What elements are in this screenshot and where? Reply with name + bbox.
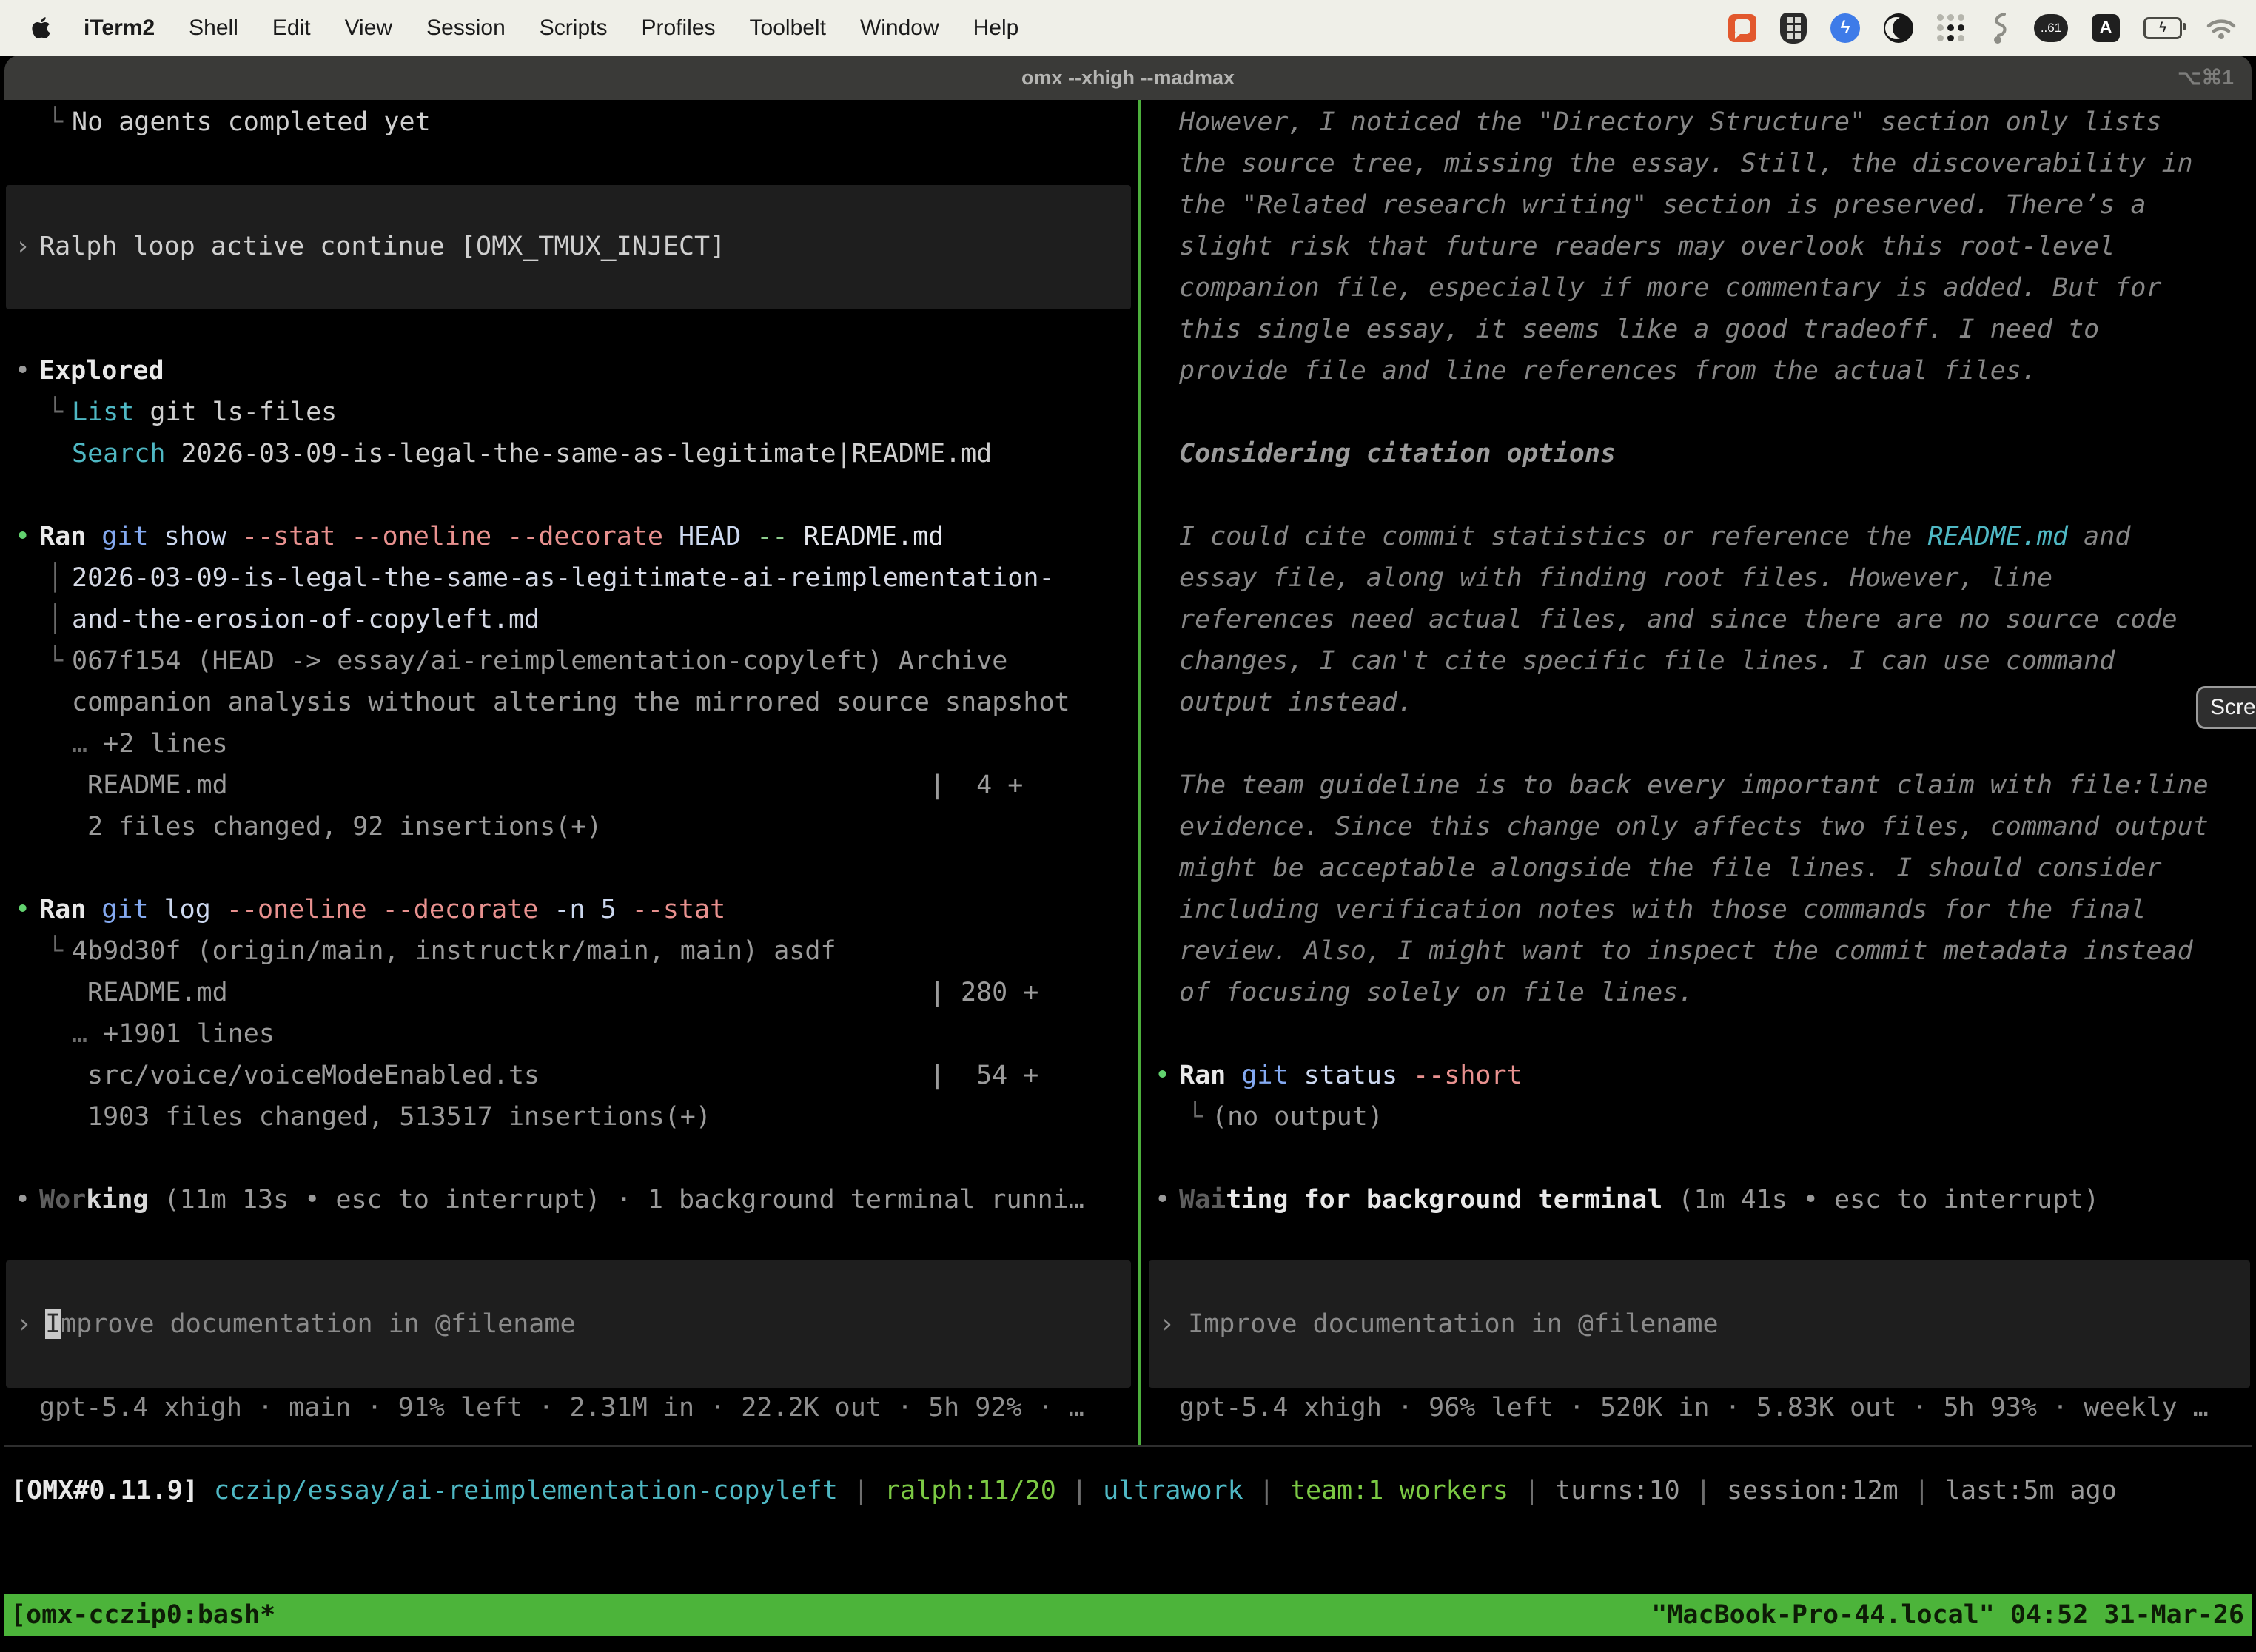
left-prompt-placeholder: mprove documentation in @filename xyxy=(61,1309,575,1339)
terminal-line: I could cite commit statistics or refere… xyxy=(1140,516,2256,557)
menu-profiles[interactable]: Profiles xyxy=(641,16,715,41)
menu-session[interactable]: Session xyxy=(426,16,506,41)
menu-window[interactable]: Window xyxy=(860,16,939,41)
terminal-line: essay file, along with finding root file… xyxy=(1140,557,2256,599)
terminal-line: slight risk that future readers may over… xyxy=(1140,226,2256,267)
prompt-chevron-icon: › xyxy=(15,226,30,267)
terminal-line: However, I noticed the "Directory Struct… xyxy=(1140,101,2256,143)
terminal-line: references need actual files, and since … xyxy=(1140,599,2256,640)
battery-charging-icon[interactable]: ϟ xyxy=(2143,17,2182,39)
terminal-line: changes, I can't cite specific file line… xyxy=(1140,640,2256,682)
right-pane-status: gpt-5.4 xhigh · 96% left · 520K in · 5.8… xyxy=(1179,1387,2209,1428)
terminal-line: the "Related research writing" section i… xyxy=(1140,184,2256,226)
menu-toolbelt[interactable]: Toolbelt xyxy=(750,16,826,41)
menu-edit[interactable]: Edit xyxy=(272,16,311,41)
menubar-status-icons: ϟ ..61 A ϟ xyxy=(1728,0,2237,56)
terminal-line: … +1901 lines xyxy=(0,1013,1125,1055)
tree-guide-icon: └ xyxy=(47,392,63,433)
dots-grid-icon[interactable] xyxy=(1937,14,1964,41)
terminal-line: including verification notes with those … xyxy=(1140,889,2256,930)
terminal-line: might be acceptable alongside the file l… xyxy=(1140,847,2256,889)
terminal-line: companion file, especially if more comme… xyxy=(1140,267,2256,309)
bullet-icon: • xyxy=(15,350,30,392)
prompt-chevron-icon: › xyxy=(16,1309,32,1339)
terminal-line: the source tree, missing the essay. Stil… xyxy=(1140,143,2256,184)
menu-iterm2[interactable]: iTerm2 xyxy=(84,16,155,41)
terminal-line: review. Also, I might want to inspect th… xyxy=(1140,930,2256,972)
terminal-line: │2026-03-09-is-legal-the-same-as-legitim… xyxy=(0,557,1125,599)
terminal-line: └No agents completed yet xyxy=(0,101,1125,143)
menu-help[interactable]: Help xyxy=(973,16,1019,41)
menu-scripts[interactable]: Scripts xyxy=(540,16,608,41)
pane-bottom-rule xyxy=(4,1446,2252,1447)
terminal-line: └4b9d30f (origin/main, instructkr/main, … xyxy=(0,930,1125,972)
left-prompt-input[interactable]: › I mprove documentation in @filename xyxy=(6,1260,1131,1388)
terminal-line: README.md | 4 + xyxy=(0,765,1125,806)
terminal-line: output instead. xyxy=(1140,682,2256,723)
menu-view[interactable]: View xyxy=(345,16,392,41)
squiggle-icon[interactable] xyxy=(1988,11,2010,45)
terminal-line: •Ran git log --oneline --decorate -n 5 -… xyxy=(0,889,1125,930)
badge-61-icon[interactable]: ..61 xyxy=(2034,14,2068,42)
terminal-line: •Ran git status --short xyxy=(1140,1055,2256,1096)
bullet-icon: • xyxy=(1155,1055,1170,1096)
terminal-line: ›Ralph loop active continue [OMX_TMUX_IN… xyxy=(0,226,1125,267)
tree-guide-icon: │ xyxy=(47,599,63,640)
arc-crescent-icon[interactable] xyxy=(1884,13,1913,43)
menu-items: iTerm2 Shell Edit View Session Scripts Profile… xyxy=(84,16,1018,41)
left-pane-status: gpt-5.4 xhigh · main · 91% left · 2.31M … xyxy=(39,1387,1084,1428)
letter-a-icon[interactable]: A xyxy=(2092,14,2120,42)
tmux-session-label: [omx-cczip0:bash* xyxy=(10,1594,275,1636)
shield-grid-icon[interactable] xyxy=(1780,13,1807,44)
apple-icon[interactable] xyxy=(31,16,51,40)
terminal-line: │and-the-erosion-of-copyleft.md xyxy=(0,599,1125,640)
tree-guide-icon: └ xyxy=(1187,1096,1203,1138)
prompt-chevron-icon: › xyxy=(1159,1309,1175,1339)
text-cursor: I xyxy=(45,1309,61,1339)
tree-guide-icon: └ xyxy=(47,640,63,682)
right-prompt-placeholder: Improve documentation in @filename xyxy=(1188,1309,1718,1339)
terminal-line: Search 2026-03-09-is-legal-the-same-as-l… xyxy=(0,433,1125,474)
terminal-line: •Working (11m 13s • esc to interrupt) · … xyxy=(0,1179,1125,1220)
terminal-line: •Explored xyxy=(0,350,1125,392)
bullet-icon: • xyxy=(15,1179,30,1220)
tmux-host-clock: "MacBook-Pro-44.local" 04:52 31-Mar-26 xyxy=(1651,1594,2244,1636)
terminal-line: provide file and line references from th… xyxy=(1140,350,2256,392)
terminal-line: The team guideline is to back every impo… xyxy=(1140,765,2256,806)
terminal-line: └(no output) xyxy=(1140,1096,2256,1138)
terminal-line: companion analysis without altering the … xyxy=(0,682,1125,723)
terminal-line: •Ran git show --stat --oneline --decorat… xyxy=(0,516,1125,557)
terminal-line: Considering citation options xyxy=(1140,433,2256,474)
wifi-icon[interactable] xyxy=(2206,16,2237,40)
window-title: omx --xhigh --madmax xyxy=(0,56,2256,100)
terminal-line: └List git ls-files xyxy=(0,392,1125,433)
terminal-line: this single essay, it seems like a good … xyxy=(1140,309,2256,350)
menu-bar: iTerm2 Shell Edit View Session Scripts Profile… xyxy=(0,0,2256,56)
bullet-icon: • xyxy=(1155,1179,1170,1220)
tmux-status-bar: [omx-cczip0:bash* "MacBook-Pro-44.local"… xyxy=(4,1594,2252,1636)
menu-shell[interactable]: Shell xyxy=(189,16,238,41)
terminal-line: src/voice/voiceModeEnabled.ts | 54 + xyxy=(0,1055,1125,1096)
terminal-line: └067f154 (HEAD -> essay/ai-reimplementat… xyxy=(0,640,1125,682)
bullet-icon: • xyxy=(15,889,30,930)
terminal-line: … +2 lines xyxy=(0,723,1125,765)
screen-overlay-button[interactable]: Scre xyxy=(2196,686,2256,729)
tree-guide-icon: └ xyxy=(47,101,63,143)
tree-guide-icon: └ xyxy=(47,930,63,972)
tree-guide-icon: │ xyxy=(47,557,63,599)
terminal-line: evidence. Since this change only affects… xyxy=(1140,806,2256,847)
right-prompt-input[interactable]: › Improve documentation in @filename xyxy=(1149,1260,2250,1388)
screen: omx --xhigh --madmax ⌥⌘1 iTerm2 Shell Edit… xyxy=(0,0,2256,1652)
terminal-line: of focusing solely on file lines. xyxy=(1140,972,2256,1013)
terminal-line: •Waiting for background terminal (1m 41s… xyxy=(1140,1179,2256,1220)
chat-app-icon[interactable] xyxy=(1728,14,1756,42)
terminal-line: 1903 files changed, 513517 insertions(+) xyxy=(0,1096,1125,1138)
terminal-line: 2 files changed, 92 insertions(+) xyxy=(0,806,1125,847)
window-shortcut-badge: ⌥⌘1 xyxy=(2178,56,2234,100)
bullet-icon: • xyxy=(15,516,30,557)
blue-bolt-icon[interactable]: ϟ xyxy=(1830,13,1860,43)
omx-status-bar: [OMX#0.11.9] cczip/essay/ai-reimplementa… xyxy=(11,1470,2117,1511)
terminal-line: README.md | 280 + xyxy=(0,972,1125,1013)
